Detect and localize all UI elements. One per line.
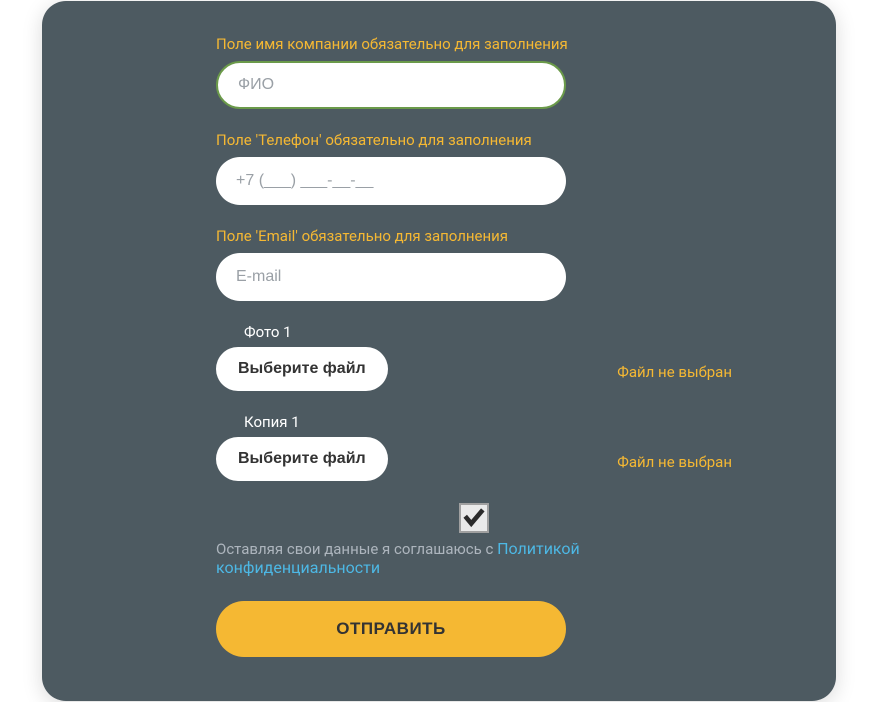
checkbox-wrap (216, 503, 732, 533)
file1-group: Фото 1 Выберите файл Файл не выбран (216, 323, 732, 391)
checkmark-icon (463, 507, 485, 529)
form-container: Поле имя компании обязательно для заполн… (42, 1, 836, 701)
form-inner: Поле имя компании обязательно для заполн… (106, 35, 772, 657)
submit-button[interactable]: ОТПРАВИТЬ (216, 601, 566, 657)
consent-text: Оставляя свои данные я соглашаюсь с (216, 540, 497, 558)
company-name-error: Поле имя компании обязательно для заполн… (216, 35, 732, 53)
file2-group: Копия 1 Выберите файл Файл не выбран (216, 413, 732, 481)
consent-line: Оставляя свои данные я соглашаюсь с Поли… (216, 539, 732, 577)
name-field-group: Поле имя компании обязательно для заполн… (216, 35, 732, 109)
file2-label: Копия 1 (216, 413, 300, 431)
file2-status: Файл не выбран (617, 453, 732, 481)
file2-left: Копия 1 Выберите файл (216, 413, 388, 481)
file1-choose-button[interactable]: Выберите файл (216, 347, 388, 391)
phone-error: Поле 'Телефон' обязательно для заполнени… (216, 131, 732, 149)
file1-left: Фото 1 Выберите файл (216, 323, 388, 391)
email-input[interactable] (216, 253, 566, 301)
phone-field-group: Поле 'Телефон' обязательно для заполнени… (216, 131, 732, 205)
file2-choose-button[interactable]: Выберите файл (216, 437, 388, 481)
consent-block: Оставляя свои данные я соглашаюсь с Поли… (216, 503, 732, 577)
file1-status: Файл не выбран (617, 363, 732, 391)
consent-checkbox[interactable] (459, 503, 489, 533)
name-input[interactable] (216, 61, 566, 109)
email-error: Поле 'Email' обязательно для заполнения (216, 227, 732, 245)
file1-label: Фото 1 (216, 323, 292, 341)
email-field-group: Поле 'Email' обязательно для заполнения (216, 227, 732, 301)
phone-input[interactable] (216, 157, 566, 205)
